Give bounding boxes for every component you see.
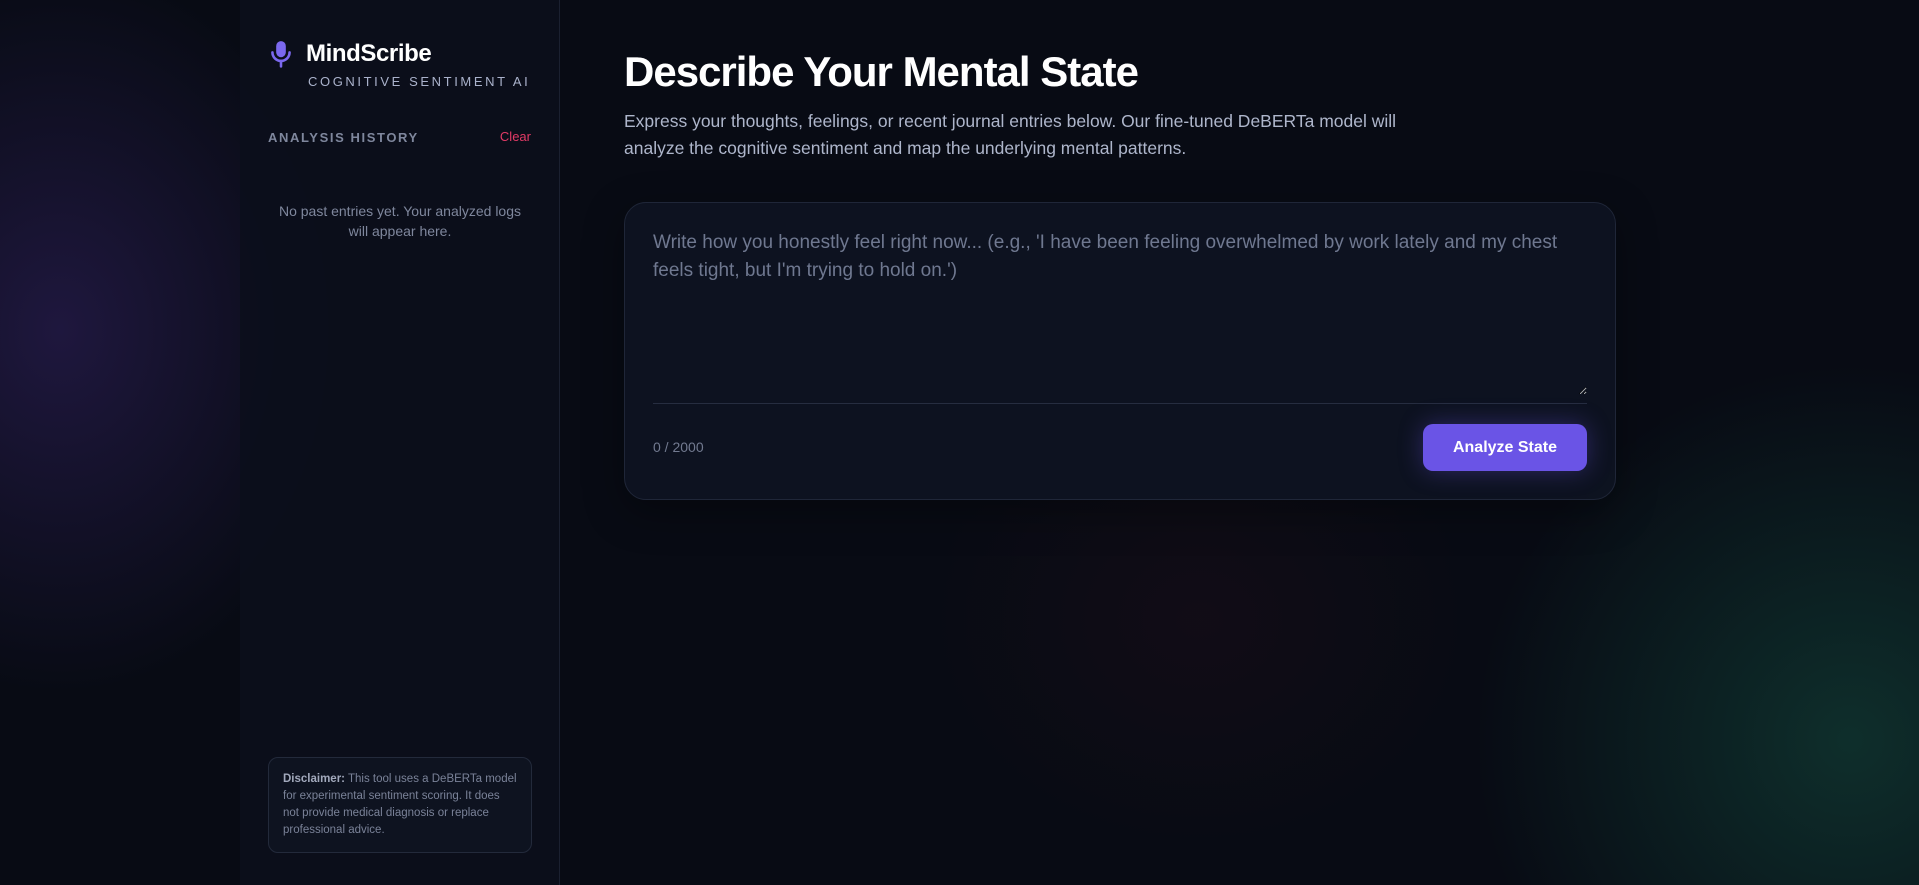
history-empty-message: No past entries yet. Your analyzed logs … [278,203,522,239]
analyze-state-button[interactable]: Analyze State [1423,424,1587,471]
disclaimer-box: Disclaimer: This tool uses a DeBERTa mod… [268,757,532,853]
brand: MindScribe [268,38,432,70]
entry-card: 0 / 2000 Analyze State [624,202,1616,500]
page-subtitle: Express your thoughts, feelings, or rece… [624,111,1397,158]
microphone-icon [271,41,291,68]
brand-name: MindScribe [306,40,432,67]
page-title: Describe Your Mental State [624,48,1139,95]
history-title: ANALYSIS HISTORY [268,130,419,145]
clear-history-button[interactable]: Clear [500,129,531,144]
sidebar: MindScribe COGNITIVE SENTIMENT AI ANALYS… [240,0,560,885]
character-counter: 0 / 2000 [653,439,704,455]
disclaimer-label: Disclaimer: [283,773,346,785]
card-divider [653,403,1587,404]
journal-entry-input[interactable] [653,229,1587,395]
brand-tagline: COGNITIVE SENTIMENT AI [308,74,531,89]
